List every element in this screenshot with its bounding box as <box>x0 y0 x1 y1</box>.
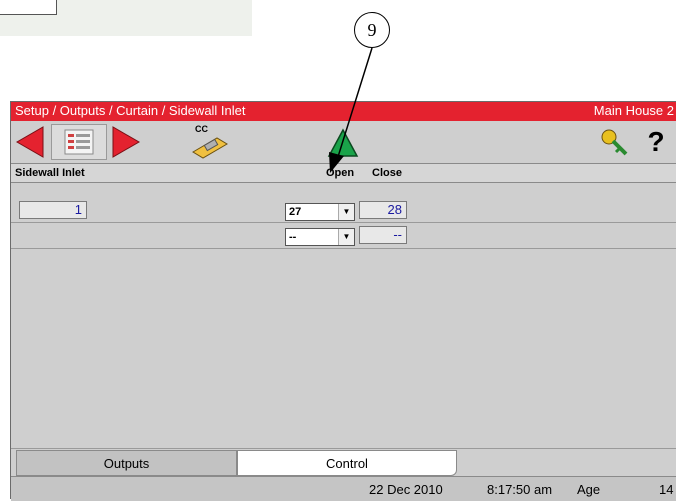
arrow-right-icon <box>112 126 141 158</box>
breadcrumb-title: Setup / Outputs / Curtain / Sidewall Inl… <box>15 103 246 118</box>
list-icon <box>64 129 94 155</box>
app-window: Setup / Outputs / Curtain / Sidewall Inl… <box>10 101 676 501</box>
row-index: 1 <box>19 201 87 219</box>
status-time: 8:17:50 am <box>487 482 553 497</box>
header-open: Open <box>326 167 355 179</box>
help-icon: ? <box>647 126 665 157</box>
open-value: 27 <box>289 206 302 218</box>
cc-tool-button[interactable]: CC <box>189 124 231 160</box>
tool-cc-icon <box>192 137 228 159</box>
partial-box <box>0 0 57 15</box>
next-button[interactable] <box>108 124 144 160</box>
close-value[interactable]: 28 <box>359 201 407 219</box>
open-select[interactable]: -- ▼ <box>285 228 355 246</box>
header-sidewall-inlet: Sidewall Inlet <box>15 167 85 179</box>
house-name: Main House 2 <box>593 103 674 118</box>
key-icon <box>601 129 628 156</box>
status-age-label: Age <box>577 482 601 497</box>
arrow-left-icon <box>15 126 44 158</box>
previous-button[interactable] <box>13 124 49 160</box>
status-age-value: 14 <box>659 482 674 497</box>
title-bar: Setup / Outputs / Curtain / Sidewall Inl… <box>11 102 676 121</box>
open-select[interactable]: 27 ▼ <box>285 203 355 221</box>
help-button[interactable]: ? <box>637 124 675 160</box>
callout-number: 9 <box>354 12 390 48</box>
key-button[interactable] <box>596 124 632 160</box>
alert-triangle-icon <box>327 128 359 157</box>
content-panel: Sidewall Inlet Open Close 1 27 ▼ 28 -- ▼… <box>11 164 676 449</box>
list-button[interactable] <box>51 124 107 160</box>
table-header: Sidewall Inlet Open Close <box>11 164 676 183</box>
chevron-down-icon: ▼ <box>338 204 354 220</box>
status-date: 22 Dec 2010 <box>369 482 443 497</box>
tab-outputs[interactable]: Outputs <box>16 450 237 476</box>
tab-bar: Outputs Control <box>11 448 676 477</box>
header-close: Close <box>372 167 402 179</box>
close-value[interactable]: -- <box>359 226 407 244</box>
tab-control[interactable]: Control <box>237 450 457 476</box>
alert-button[interactable] <box>323 124 363 160</box>
toolbar: CC ? <box>11 121 676 164</box>
status-bar: 22 Dec 2010 8:17:50 am Age 14 <box>11 476 676 501</box>
chevron-down-icon: ▼ <box>338 229 354 245</box>
open-value: -- <box>289 231 297 243</box>
